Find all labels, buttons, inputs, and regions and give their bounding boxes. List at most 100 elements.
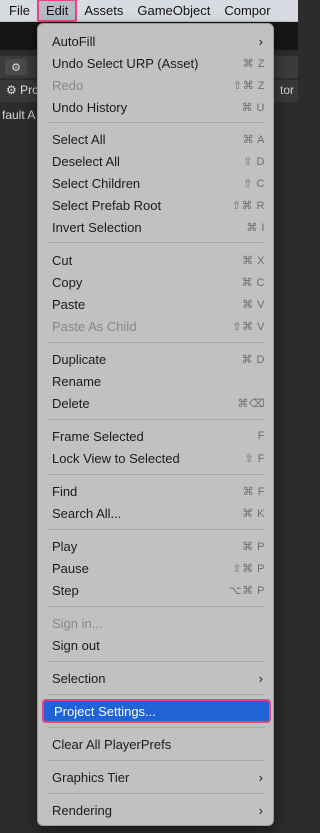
menu-item-label: Rendering — [52, 802, 112, 818]
menu-item-paste-as-child: Paste As Child ⇧⌘ V — [42, 315, 271, 337]
menu-item-select-children[interactable]: Select Children ⇧ C — [42, 172, 271, 194]
menu-item-delete[interactable]: Delete ⌘⌫ — [42, 392, 271, 414]
menu-item-frame-selected[interactable]: Frame Selected F — [42, 425, 271, 447]
menu-separator — [48, 661, 265, 662]
menu-item-label: Pause — [52, 560, 89, 576]
menu-separator — [48, 760, 265, 761]
menu-item-label: Deselect All — [52, 153, 120, 169]
panel-tab-label: Pro — [20, 83, 39, 97]
menu-item-redo: Redo ⇧⌘ Z — [42, 74, 271, 96]
menu-item-label: Undo History — [52, 99, 128, 115]
menu-item-find[interactable]: Find ⌘ F — [42, 480, 271, 502]
menu-item-select-prefab-root[interactable]: Select Prefab Root ⇧⌘ R — [42, 194, 271, 216]
menu-item-undo[interactable]: Undo Select URP (Asset) ⌘ Z — [42, 52, 271, 74]
menu-item-label: Frame Selected — [52, 428, 144, 444]
menu-item-graphics-tier[interactable]: Graphics Tier › — [42, 766, 271, 788]
shortcut-label: ⌘ F — [242, 485, 265, 498]
menu-item-label: Play — [52, 538, 78, 554]
menu-item-label: Select Prefab Root — [52, 197, 162, 213]
menu-item-cut[interactable]: Cut ⌘ X — [42, 249, 271, 271]
menu-item-label: Redo — [52, 77, 84, 93]
menu-item-copy[interactable]: Copy ⌘ C — [42, 271, 271, 293]
menu-item-label: AutoFill — [52, 33, 96, 49]
menu-item-label: Paste As Child — [52, 318, 137, 334]
menu-item-rendering[interactable]: Rendering › — [42, 799, 271, 821]
menu-item-label: Sign out — [52, 637, 100, 653]
menu-item-search-all[interactable]: Search All... ⌘ K — [42, 502, 271, 524]
menu-item-sign-in: Sign in... — [42, 612, 271, 634]
menu-separator — [48, 474, 265, 475]
menu-item-step[interactable]: Step ⌥⌘ P — [42, 579, 271, 601]
shortcut-label: ⇧ D — [243, 155, 265, 168]
shortcut-label: ⌘ P — [242, 540, 265, 553]
shortcut-label: ⌘ A — [242, 133, 265, 146]
shortcut-label: ⇧⌘ P — [232, 562, 265, 575]
menu-separator — [48, 529, 265, 530]
menu-separator — [48, 694, 265, 695]
menu-separator — [48, 122, 265, 123]
menu-item-play[interactable]: Play ⌘ P — [42, 535, 271, 557]
menu-item-label: Copy — [52, 274, 83, 290]
menu-item-lock-view[interactable]: Lock View to Selected ⇧ F — [42, 447, 271, 469]
menu-item-label: Selection — [52, 670, 106, 686]
shortcut-label: ⌘ V — [242, 298, 265, 311]
chevron-right-icon: › — [258, 670, 263, 686]
menu-item-label: Delete — [52, 395, 90, 411]
menu-item-label: Undo Select URP (Asset) — [52, 55, 199, 71]
shortcut-label: ⇧⌘ R — [231, 199, 265, 212]
menu-item-autofill[interactable]: AutoFill › — [42, 30, 271, 52]
menu-separator — [48, 419, 265, 420]
menu-item-select-all[interactable]: Select All ⌘ A — [42, 128, 271, 150]
menu-item-label: Cut — [52, 252, 73, 268]
gear-icon[interactable]: ⚙ — [5, 59, 27, 75]
shortcut-label: ⌘⌫ — [237, 397, 265, 410]
panel-tab-inspector[interactable]: tor — [280, 83, 294, 97]
menu-item-label: Select Children — [52, 175, 141, 191]
menu-item-label: Find — [52, 483, 78, 499]
shortcut-label: ⇧ C — [243, 177, 265, 190]
menu-item-label: Select All — [52, 131, 106, 147]
shortcut-label: ⌘ U — [241, 101, 265, 114]
panel-item-label: fault A — [2, 108, 36, 122]
menu-item-label: Invert Selection — [52, 219, 142, 235]
menu-item-label: Clear All PlayerPrefs — [52, 736, 172, 752]
menu-separator — [48, 606, 265, 607]
menu-item-project-settings[interactable]: Project Settings... — [42, 699, 271, 723]
menu-item-duplicate[interactable]: Duplicate ⌘ D — [42, 348, 271, 370]
menu-gameobject[interactable]: GameObject — [130, 0, 217, 21]
menu-assets[interactable]: Assets — [77, 0, 130, 21]
chevron-right-icon: › — [258, 769, 263, 785]
menu-item-label: Sign in... — [52, 615, 103, 631]
menu-item-label: Rename — [52, 373, 102, 389]
menu-item-invert-selection[interactable]: Invert Selection ⌘ I — [42, 216, 271, 238]
menu-file[interactable]: File — [0, 0, 37, 21]
menu-item-label: Graphics Tier — [52, 769, 130, 785]
shortcut-label: ⌘ D — [241, 353, 265, 366]
shortcut-label: ⌘ K — [242, 507, 265, 520]
menu-item-label: Step — [52, 582, 79, 598]
app-menu-bar: File Edit Assets GameObject Compor — [0, 0, 298, 22]
menu-separator — [48, 342, 265, 343]
menu-item-paste[interactable]: Paste ⌘ V — [42, 293, 271, 315]
menu-item-selection[interactable]: Selection › — [42, 667, 271, 689]
shortcut-label: ⇧ F — [244, 452, 265, 465]
menu-item-label: Lock View to Selected — [52, 450, 180, 466]
menu-item-label: Duplicate — [52, 351, 107, 367]
chevron-right-icon: › — [258, 802, 263, 818]
shortcut-label: ⌘ Z — [242, 57, 265, 70]
menu-item-clear-playerprefs[interactable]: Clear All PlayerPrefs — [42, 733, 271, 755]
menu-item-pause[interactable]: Pause ⇧⌘ P — [42, 557, 271, 579]
shortcut-label: ⌘ C — [241, 276, 265, 289]
menu-item-label: Paste — [52, 296, 86, 312]
menu-edit[interactable]: Edit — [36, 0, 78, 22]
menu-item-label: Project Settings... — [54, 703, 156, 719]
menu-component[interactable]: Compor — [217, 0, 277, 21]
menu-separator — [48, 727, 265, 728]
menu-item-rename[interactable]: Rename — [42, 370, 271, 392]
shortcut-label: ⌘ I — [246, 221, 265, 234]
menu-item-undo-history[interactable]: Undo History ⌘ U — [42, 96, 271, 118]
menu-item-sign-out[interactable]: Sign out — [42, 634, 271, 656]
menu-item-deselect-all[interactable]: Deselect All ⇧ D — [42, 150, 271, 172]
shortcut-label: ⇧⌘ Z — [233, 79, 265, 92]
panel-tab-project[interactable]: ⚙ Pro — [6, 83, 39, 97]
